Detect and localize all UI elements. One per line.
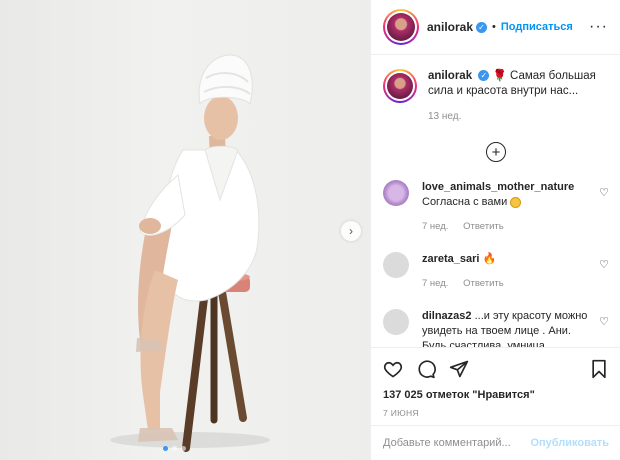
post-actions: 137 025 отметок "Нравится" 7 ИЮНЯ bbox=[371, 347, 620, 418]
comment-input[interactable]: Добавьте комментарий... bbox=[383, 437, 530, 449]
chevron-right-icon: › bbox=[349, 224, 353, 238]
publish-button[interactable]: Опубликовать bbox=[530, 437, 609, 449]
like-comment-heart-icon[interactable]: ♡ bbox=[599, 258, 609, 271]
post-caption: anilorak ✓ 🌹 Самая большая сила и красот… bbox=[383, 69, 609, 124]
next-photo-button[interactable]: › bbox=[341, 221, 361, 241]
post-sidebar: anilorak ✓ • Подписаться ··· anilorak ✓ … bbox=[370, 0, 620, 460]
follow-button[interactable]: Подписаться bbox=[501, 21, 573, 33]
fire-emoji: 🔥 bbox=[482, 253, 497, 265]
comment-time[interactable]: 7 нед. bbox=[422, 278, 448, 289]
comment-item: zareta_sari 🔥 7 нед. Ответить ♡ bbox=[383, 252, 609, 291]
commenter-username[interactable]: dilnazas2 bbox=[422, 310, 472, 322]
caption-username[interactable]: anilorak bbox=[428, 70, 472, 82]
bookmark-icon[interactable] bbox=[589, 359, 609, 379]
comments-list[interactable]: anilorak ✓ 🌹 Самая большая сила и красот… bbox=[371, 55, 620, 347]
carousel-dot bbox=[181, 446, 186, 451]
comment-item: dilnazas2 ...и эту красоту можно увидеть… bbox=[383, 309, 609, 347]
reply-link[interactable]: Ответить bbox=[463, 278, 504, 289]
carousel-dot bbox=[163, 446, 168, 451]
smile-emoji-icon bbox=[510, 196, 522, 208]
header-separator: • bbox=[492, 21, 496, 33]
add-circle-icon[interactable]: + bbox=[486, 142, 506, 162]
more-options-icon[interactable]: ··· bbox=[589, 18, 608, 36]
comment-text: Согласна с вами bbox=[422, 196, 508, 208]
caption-avatar[interactable] bbox=[383, 69, 417, 103]
carousel-dot bbox=[172, 446, 177, 451]
commenter-username[interactable]: zareta_sari bbox=[422, 253, 480, 265]
verified-icon: ✓ bbox=[478, 70, 490, 82]
post-header: anilorak ✓ • Подписаться ··· bbox=[371, 0, 620, 55]
commenter-username[interactable]: love_animals_mother_nature bbox=[422, 181, 574, 193]
caption-time[interactable]: 13 нед. bbox=[428, 109, 608, 124]
reply-link[interactable]: Ответить bbox=[463, 221, 504, 232]
post-date[interactable]: 7 ИЮНЯ bbox=[383, 408, 609, 418]
author-avatar[interactable] bbox=[383, 9, 419, 45]
like-comment-heart-icon[interactable]: ♡ bbox=[599, 186, 609, 199]
comment-time[interactable]: 7 нед. bbox=[422, 221, 448, 232]
rose-emoji: 🌹 bbox=[492, 70, 507, 82]
heart-icon[interactable] bbox=[383, 359, 403, 379]
add-comment-bar: Добавьте комментарий... Опубликовать bbox=[371, 425, 620, 460]
commenter-avatar[interactable] bbox=[383, 309, 409, 335]
commenter-avatar[interactable] bbox=[383, 180, 409, 206]
verified-icon: ✓ bbox=[476, 21, 488, 33]
commenter-avatar[interactable] bbox=[383, 252, 409, 278]
comment-item: love_animals_mother_nature Согласна с ва… bbox=[383, 180, 609, 234]
carousel-dots bbox=[163, 446, 186, 451]
like-comment-heart-icon[interactable]: ♡ bbox=[599, 315, 609, 328]
likes-count[interactable]: 137 025 отметок "Нравится" bbox=[383, 389, 609, 401]
post-photo[interactable]: › bbox=[0, 0, 370, 460]
share-icon[interactable] bbox=[449, 359, 469, 379]
author-username[interactable]: anilorak bbox=[427, 20, 473, 34]
comment-icon[interactable] bbox=[416, 359, 436, 379]
photo-illustration bbox=[110, 54, 270, 452]
